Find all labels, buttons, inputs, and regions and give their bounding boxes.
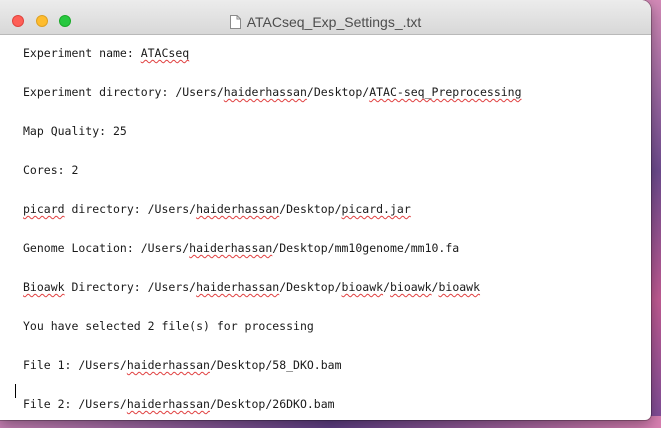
misspelled-word: bioawk — [390, 280, 432, 294]
line-map-quality: Map Quality: 25 — [23, 124, 127, 138]
line-text: Cores: 2 — [23, 163, 79, 177]
line-text: You have selected 2 file(s) for processi… — [23, 319, 314, 333]
line-text: /Desktop/ — [306, 85, 370, 99]
misspelled-word: picard.jar — [341, 202, 411, 216]
misspelled-word: haiderhassan — [126, 397, 210, 411]
misspelled-word: picard — [23, 202, 65, 216]
misspelled-word: ATAC-seq_Preprocessing — [369, 85, 522, 99]
line-text: directory: /Users/ — [64, 202, 197, 216]
document-icon — [229, 15, 241, 29]
line-text: Map Quality: 25 — [23, 124, 127, 138]
text-document-body[interactable]: Experiment name: ATACseq Experiment dire… — [0, 35, 651, 420]
misspelled-word: haiderhassan — [189, 241, 273, 255]
misspelled-word: haiderhassan — [126, 358, 210, 372]
line-bioawk-directory: Bioawk Directory: /Users/haiderhassan/De… — [23, 280, 480, 294]
misspelled-word: ATACseq — [140, 46, 190, 60]
line-genome-location: Genome Location: /Users/haiderhassan/Des… — [23, 241, 459, 255]
line-file-1: File 1: /Users/haiderhassan/Desktop/58_D… — [23, 358, 342, 372]
misspelled-word: bioawk — [438, 280, 481, 294]
line-text: /Desktop/ — [279, 280, 342, 294]
line-cores: Cores: 2 — [23, 163, 78, 177]
misspelled-word: Bioawk — [23, 280, 65, 294]
line-text: /Desktop/58_DKO.bam — [209, 358, 342, 372]
line-selected-files: You have selected 2 file(s) for processi… — [23, 319, 314, 333]
line-text: /Desktop/ — [279, 202, 342, 216]
line-text: /Desktop/26DKO.bam — [209, 397, 335, 411]
misspelled-word: haiderhassan — [223, 85, 307, 99]
window-title: ATACseq_Exp_Settings_.txt — [246, 14, 422, 30]
textedit-window: ATACseq_Exp_Settings_.txt Experiment nam… — [0, 0, 651, 420]
line-text: Directory: /Users/ — [64, 280, 197, 294]
line-text: Genome Location: /Users/ — [23, 241, 190, 255]
line-text: File 1: /Users/ — [23, 358, 127, 372]
line-text: File 2: /Users/ — [23, 397, 127, 411]
line-text: / — [383, 280, 390, 294]
line-experiment-name: Experiment name: ATACseq — [23, 46, 189, 60]
line-text: Experiment name: — [23, 46, 141, 60]
window-title-area: ATACseq_Exp_Settings_.txt — [0, 14, 651, 30]
text-caret — [15, 384, 16, 398]
misspelled-word: haiderhassan — [196, 202, 280, 216]
title-bar[interactable]: ATACseq_Exp_Settings_.txt — [0, 0, 651, 35]
line-picard-directory: picard directory: /Users/haiderhassan/De… — [23, 202, 411, 216]
misspelled-word: bioawk — [341, 280, 384, 294]
line-text: /Desktop/mm10genome/mm10.fa — [272, 241, 460, 255]
line-text: Experiment directory: /Users/ — [23, 85, 224, 99]
misspelled-word: haiderhassan — [196, 280, 280, 294]
line-experiment-directory: Experiment directory: /Users/haiderhassa… — [23, 85, 522, 99]
line-file-2: File 2: /Users/haiderhassan/Desktop/26DK… — [23, 397, 335, 411]
